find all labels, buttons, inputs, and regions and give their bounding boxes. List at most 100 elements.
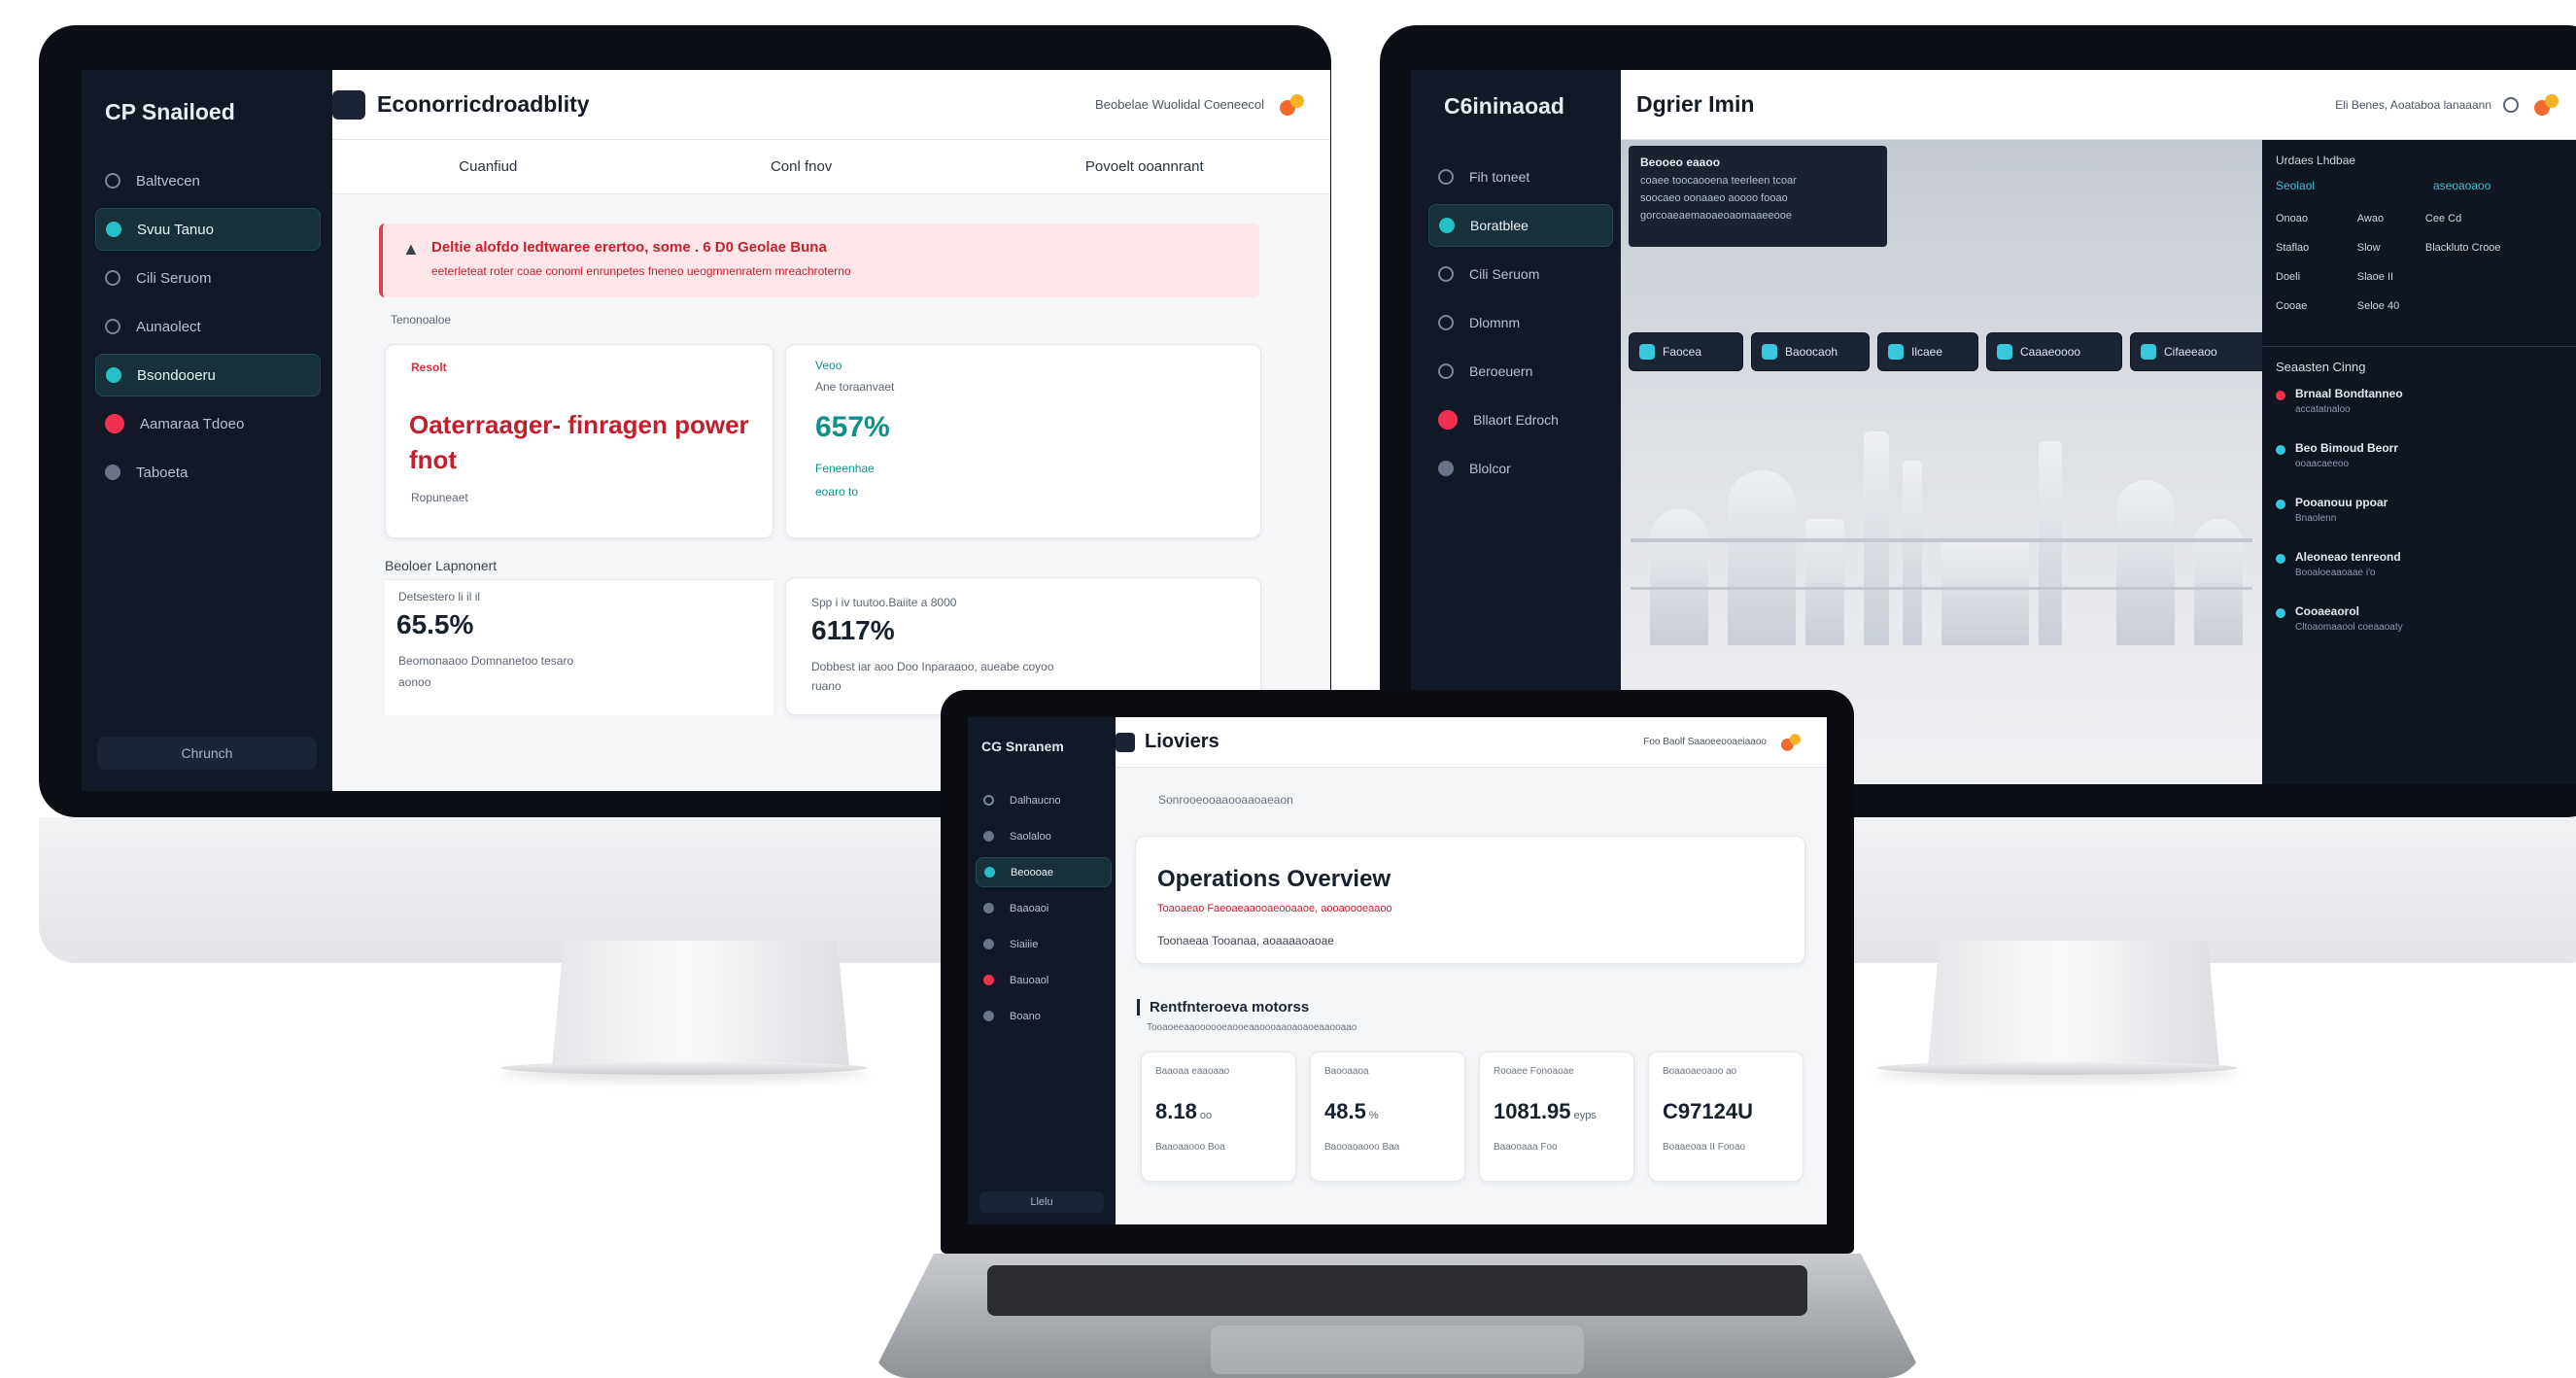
sidebar-item-label: Dalhaucno <box>1010 794 1061 807</box>
chip-label: Baoocaoh <box>1785 345 1838 359</box>
filter-chip[interactable]: Baoocaoh <box>1751 332 1870 371</box>
trackpad[interactable] <box>1211 1326 1584 1374</box>
efficiency-sub: Ane toraanvaet <box>815 380 895 394</box>
sidebar-item[interactable]: Saolaloo <box>976 821 1112 851</box>
column <box>2039 441 2062 645</box>
sidebar-item[interactable]: Dlomnm <box>1428 301 1613 344</box>
event-sub: Bnaolenn <box>2295 513 2337 524</box>
efficiency-foot-2: eoaro to <box>815 485 859 499</box>
filter-chip[interactable]: Faocea <box>1629 332 1743 371</box>
status-cell: Seloe 40 <box>2356 300 2400 312</box>
panel-header: Urdaes Lhdbae <box>2276 154 2356 167</box>
sidebar-item-label: Aunaolect <box>136 318 201 335</box>
tank <box>1728 470 1796 645</box>
alert-icon <box>105 414 124 433</box>
filter-chip[interactable]: Ilcaee <box>1877 332 1978 371</box>
right-screen: C6ininaoad Fih toneet Boratblee Cili Seruo… <box>1411 70 2576 784</box>
monitor-base <box>501 1061 867 1075</box>
metric-foot: Baooaoaooo Baa <box>1324 1142 1400 1153</box>
sidebar-item[interactable]: Taboeta <box>95 451 321 494</box>
sidebar-item-label: Fih toneet <box>1469 169 1530 185</box>
sidebar-item[interactable]: Aunaolect <box>95 305 321 348</box>
filter-chip[interactable]: Cifaeeaoo <box>2130 332 2278 371</box>
sidebar-item[interactable]: Dalhaucno <box>976 785 1112 815</box>
chip-icon <box>1639 344 1655 360</box>
tab[interactable]: Povoelt ooannrant <box>1085 158 1204 175</box>
monitor-stand <box>552 941 849 1067</box>
metric-label: Baooaaoa <box>1324 1066 1369 1077</box>
status-tag: Resolt <box>411 361 447 374</box>
sidebar-nav: Dalhaucno Saolaloo Beoooae Baaoaoi Siaiiie Ba… <box>976 785 1112 1037</box>
tooltip-line: soocaeo oonaaeo aoooo fooao <box>1640 192 1788 204</box>
sidebar-item[interactable]: Siaiiie <box>976 929 1112 959</box>
bottom-button[interactable]: Chrunch <box>97 737 317 770</box>
laptop-screen: CG Snranem Dalhaucno Saolaloo Beoooae Baaoa… <box>968 717 1827 1224</box>
sidebar-item[interactable]: Baltvecen <box>95 159 321 202</box>
status-cell: Onoao <box>2276 213 2309 224</box>
event-item[interactable]: Aleoneao tenreond Booaloeaaoaae i'o <box>2276 550 2567 604</box>
sidebar-item[interactable]: Bauoaol <box>976 965 1112 995</box>
status-row: Staflao Slow Blackluto Crooe <box>2276 233 2567 262</box>
efficiency-card: Veoo Ane toraanvaet 657% Feneenhae eoaro… <box>785 344 1261 538</box>
sidebar-item[interactable]: Boano <box>976 1001 1112 1031</box>
event-sub: Cltoaomaaool coeaaoaty <box>2295 622 2403 633</box>
sidebar-item[interactable]: Aamaraa Tdoeo <box>95 402 321 445</box>
gear-icon <box>1438 363 1454 379</box>
top-links[interactable]: Foo Baolf Saaoeeooaeiaaoo <box>1643 737 1767 747</box>
clock-icon <box>1438 266 1454 282</box>
laptop-base <box>871 1254 1924 1378</box>
event-sub: ooaacaeeoo <box>2295 459 2350 469</box>
event-item[interactable]: Pooanouu ppoar Bnaolenn <box>2276 496 2567 550</box>
user-icon[interactable] <box>2503 96 2519 113</box>
sidebar-item[interactable]: Bsondooeru <box>95 354 321 396</box>
back-button[interactable] <box>1116 732 1135 752</box>
tank <box>1650 509 1708 645</box>
logo-icon <box>1781 733 1804 751</box>
top-links[interactable]: Eli Benes, Aoataboa lanaaann <box>2335 98 2491 112</box>
sidebar-item[interactable]: Cili Seruom <box>95 257 321 299</box>
sidebar-item[interactable]: Beroeuern <box>1428 350 1613 393</box>
sidebar-item[interactable]: Beoooae <box>976 857 1112 887</box>
logo-icon <box>2534 93 2563 116</box>
event-sub: accatatnaloo <box>2295 404 2351 415</box>
back-button[interactable] <box>332 89 365 120</box>
bottom-button[interactable]: Llelu <box>979 1191 1104 1213</box>
metric-value: C97124U <box>1663 1099 1753 1124</box>
info-tooltip: Beooeo eaaoo coaee toocaooena teerleen t… <box>1629 146 1887 247</box>
overview-card: Operations Overview Toaoaeao Faeoaeaaooa… <box>1135 836 1805 964</box>
status-cell: Cee Cd <box>2424 213 2462 224</box>
metric-card: Baaoaa eaaoaao 8.18 oo Baaoaaooo Boa <box>1141 1051 1296 1182</box>
status-cell: Blackluto Crooe <box>2424 242 2501 254</box>
sidebar-item[interactable]: Boratblee <box>1428 204 1613 247</box>
sidebar-item[interactable]: Bllaort Edroch <box>1428 398 1613 441</box>
top-bar: Dgrier Imin Eli Benes, Aoataboa lanaaann <box>1621 70 2576 140</box>
app-brand: CG Snranem <box>981 739 1064 754</box>
status-panel: Urdaes Lhdbae Seolaol aseoaoaoo Onoao Awa… <box>2262 140 2576 784</box>
sidebar-item[interactable]: Baaoaoi <box>976 893 1112 923</box>
metric-unit: oo <box>1196 1110 1213 1121</box>
sidebar-item[interactable]: Svuu Tanuo <box>95 208 321 251</box>
metric-number: 8.18 <box>1155 1099 1197 1123</box>
event-item[interactable]: Beo Bimoud Beorr ooaacaeeoo <box>2276 441 2567 496</box>
kpi-foot-2: aonoo <box>398 675 431 689</box>
sidebar-item[interactable]: Cili Seruom <box>1428 253 1613 295</box>
event-item[interactable]: Cooaeaorol Cltoaomaaool coeaaoaty <box>2276 604 2567 659</box>
tab[interactable]: Cuanfiud <box>459 158 517 175</box>
panel-sub-left: Seolaol <box>2276 179 2316 192</box>
filter-chip[interactable]: Caaaeoooo <box>1986 332 2122 371</box>
overview-desc: Toonaeaa Tooanaa, aoaaaaoaoae <box>1157 934 1334 947</box>
top-links[interactable]: Beobelae Wuolidal Coeneecol <box>1095 97 1264 112</box>
tooltip-line: gorcoaeaemaoaeoaomaaeeooe <box>1640 210 1792 222</box>
metrics-sub: Tooaoeeaaoooooeaooeaaoooaaoaoaoeaaooaao <box>1147 1022 1357 1033</box>
event-item[interactable]: Brnaal Bondtanneo accatatnaloo <box>2276 387 2567 441</box>
sidebar-item[interactable]: Fih toneet <box>1428 155 1613 198</box>
plant-viewer[interactable]: Beooeo eaaoo coaee toocaooena teerleen t… <box>1621 140 2278 784</box>
sidebar-item[interactable]: Blolcor <box>1428 447 1613 490</box>
gear-icon <box>1438 315 1454 330</box>
chip-icon <box>1762 344 1777 360</box>
metric-number: C97124U <box>1663 1099 1753 1123</box>
event-title: Beo Bimoud Beorr <box>2295 441 2399 455</box>
sidebar-item-label: Dlomnm <box>1469 315 1521 330</box>
tab[interactable]: Conl fnov <box>771 158 832 175</box>
status-cell: Awao <box>2356 213 2385 224</box>
